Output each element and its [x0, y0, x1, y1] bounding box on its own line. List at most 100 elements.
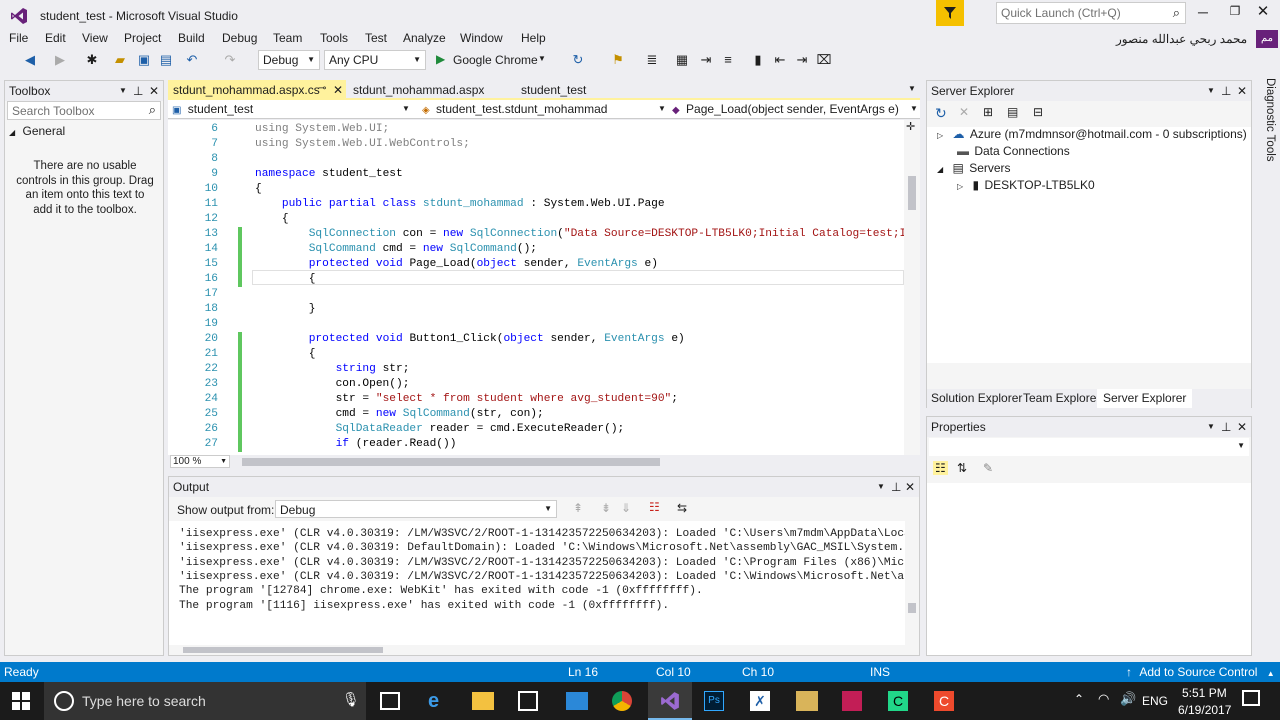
chevron-down-icon[interactable]: ▼ [1207, 81, 1215, 101]
redo-icon[interactable]: ↷ [222, 52, 238, 68]
menu-analyze[interactable]: Analyze [403, 31, 446, 45]
scroll-thumb[interactable] [908, 603, 916, 613]
toolbox-search-input[interactable]: Search Toolbox ⌕ [7, 101, 161, 120]
forward-icon[interactable]: ▶ [52, 52, 68, 68]
store-icon[interactable] [518, 691, 538, 711]
browser-link-icon[interactable]: ⚑ [610, 52, 626, 68]
back-icon[interactable]: ◀ [22, 52, 38, 68]
tab-team-explorer[interactable]: Team Explorer [1023, 391, 1100, 405]
menu-help[interactable]: Help [521, 31, 546, 45]
save-all-icon[interactable]: ▤ [158, 52, 174, 68]
tree-item-azure[interactable]: ▷ ☁ Azure (m7mdmnsor@hotmail.com - 0 sub… [937, 127, 1253, 143]
chrome-icon[interactable] [612, 691, 632, 711]
scroll-thumb[interactable] [183, 647, 383, 653]
tree-item-desktop[interactable]: ▷ ▮ DESKTOP-LTB5LK0 [957, 178, 1095, 194]
close-icon[interactable]: ✕ [1237, 81, 1247, 101]
pin-icon[interactable]: ⊸ [318, 83, 326, 94]
categorized-icon[interactable]: ☷ [933, 461, 948, 475]
split-icon[interactable]: ✛ [906, 120, 915, 133]
volume-icon[interactable]: 🔊 [1120, 691, 1136, 707]
word-wrap-icon[interactable]: ⇆ [677, 501, 687, 515]
format-icon[interactable]: ≣ [644, 52, 660, 68]
new-project-icon[interactable]: ✱ [84, 52, 100, 68]
menu-test[interactable]: Test [365, 31, 387, 45]
photoshop-icon[interactable]: Ps [704, 691, 724, 711]
tray-chevron-icon[interactable]: ⌃ [1074, 692, 1084, 706]
menu-project[interactable]: Project [124, 31, 161, 45]
language-indicator[interactable]: ENG [1142, 694, 1168, 708]
undo-icon[interactable]: ↶ [184, 52, 200, 68]
bookmark-next-icon[interactable]: ⇥ [794, 52, 810, 68]
clion-red-icon[interactable]: C [934, 691, 954, 711]
jetbrains-icon[interactable] [842, 691, 862, 711]
save-icon[interactable]: ▣ [136, 52, 152, 68]
visual-studio-taskbar-icon[interactable] [648, 682, 692, 720]
tab-solution-explorer[interactable]: Solution Explorer [931, 391, 1022, 405]
menu-debug[interactable]: Debug [222, 31, 257, 45]
connect-azure-icon[interactable]: ⊟ [1033, 105, 1043, 119]
menu-window[interactable]: Window [460, 31, 503, 45]
pin-icon[interactable]: ⊥ [1221, 417, 1231, 437]
feedback-filter-icon[interactable] [936, 0, 964, 26]
tab-server-explorer[interactable]: Server Explorer [1097, 389, 1193, 408]
close-icon[interactable]: ✕ [333, 83, 343, 97]
config-select[interactable]: Debug ▼ [258, 50, 320, 70]
task-view-icon[interactable] [380, 692, 400, 710]
pin-icon[interactable]: ⊥ [133, 81, 143, 101]
menu-file[interactable]: File [9, 31, 28, 45]
properties-object-select[interactable]: ▼ [929, 438, 1249, 456]
indent-icon[interactable]: ⇥ [698, 52, 714, 68]
close-icon[interactable]: ✕ [149, 81, 159, 101]
archive-icon[interactable] [796, 691, 818, 711]
menu-tools[interactable]: Tools [320, 31, 348, 45]
refresh-icon[interactable]: ↻ [935, 105, 947, 122]
menu-build[interactable]: Build [178, 31, 205, 45]
platform-select[interactable]: Any CPU ▼ [324, 50, 426, 70]
bookmark-icon[interactable]: ▮ [750, 52, 766, 68]
taskbar-search[interactable]: Type here to search 🎙 [44, 682, 366, 720]
source-control-button[interactable]: ↑ Add to Source Control ▲ [1126, 665, 1275, 679]
xcode-like-icon[interactable]: ✗ [750, 691, 770, 711]
connect-database-icon[interactable]: ▤ [1007, 105, 1018, 119]
comment-icon[interactable]: ≡ [720, 52, 736, 68]
tab-project[interactable]: student_test [516, 80, 616, 99]
member-dropdown[interactable]: ◆ Page_Load(object sender, EventArgs e) … [672, 102, 918, 116]
horizontal-scrollbar[interactable] [234, 458, 904, 466]
tab-aspx[interactable]: stdunt_mohammad.aspx [348, 80, 498, 99]
clock-time[interactable]: 5:51 PM [1182, 686, 1227, 700]
bookmark-prev-icon[interactable]: ⇤ [772, 52, 788, 68]
output-source-select[interactable]: Debug ▼ [275, 500, 557, 518]
alphabetical-icon[interactable]: ⇅ [957, 461, 967, 475]
file-explorer-icon[interactable] [472, 692, 494, 710]
user-badge[interactable]: مم [1256, 30, 1278, 48]
scroll-thumb[interactable] [908, 176, 916, 210]
project-dropdown[interactable]: ▣ student_test ▼ [172, 102, 414, 116]
tree-item-data-connections[interactable]: ▬ Data Connections [957, 144, 1070, 160]
next-message-icon[interactable]: ⇟ [601, 501, 611, 515]
photos-icon[interactable] [566, 692, 588, 710]
clion-green-icon[interactable]: C [888, 691, 908, 711]
run-button[interactable]: ▶ Google Chrome ▼ [434, 52, 546, 70]
chevron-down-icon[interactable]: ▼ [119, 81, 127, 101]
property-pages-icon[interactable]: ✎ [983, 461, 993, 475]
maximize-button[interactable]: ❐ [1222, 4, 1248, 18]
diagnostic-tools-tab[interactable]: Diagnostic Tools [1258, 78, 1278, 180]
zoom-select[interactable]: 100 % ▼ [170, 455, 230, 468]
wifi-icon[interactable]: ◠ [1098, 691, 1109, 707]
code-editor[interactable]: 6 7 8 9 10 11 12 13 14 15 16 17 18 19 20 21 22 23 24 25 26 27… [168, 120, 920, 455]
user-name[interactable]: محمد ربحي عبدالله منصور [1116, 32, 1247, 46]
align-icon[interactable]: ▦ [674, 52, 690, 68]
vertical-scrollbar[interactable]: ✛ [904, 120, 920, 455]
clear-all-icon[interactable]: ☷ [649, 500, 660, 514]
stop-icon[interactable]: ✕ [959, 105, 969, 119]
class-dropdown[interactable]: ◈ student_test.stdunt_mohammad ▼ [422, 102, 666, 116]
tree-item-servers[interactable]: ◢ ▤ Servers [937, 161, 1011, 177]
menu-edit[interactable]: Edit [45, 31, 66, 45]
close-window-button[interactable]: ✕ [1250, 2, 1276, 20]
clock-date[interactable]: 6/19/2017 [1178, 703, 1231, 717]
scroll-thumb[interactable] [242, 458, 660, 466]
chevron-down-icon[interactable]: ▼ [908, 84, 916, 93]
pin-icon[interactable]: ⊥ [891, 477, 901, 497]
chevron-down-icon[interactable]: ▼ [877, 477, 885, 497]
prev-message-icon[interactable]: ⇞ [573, 501, 583, 515]
